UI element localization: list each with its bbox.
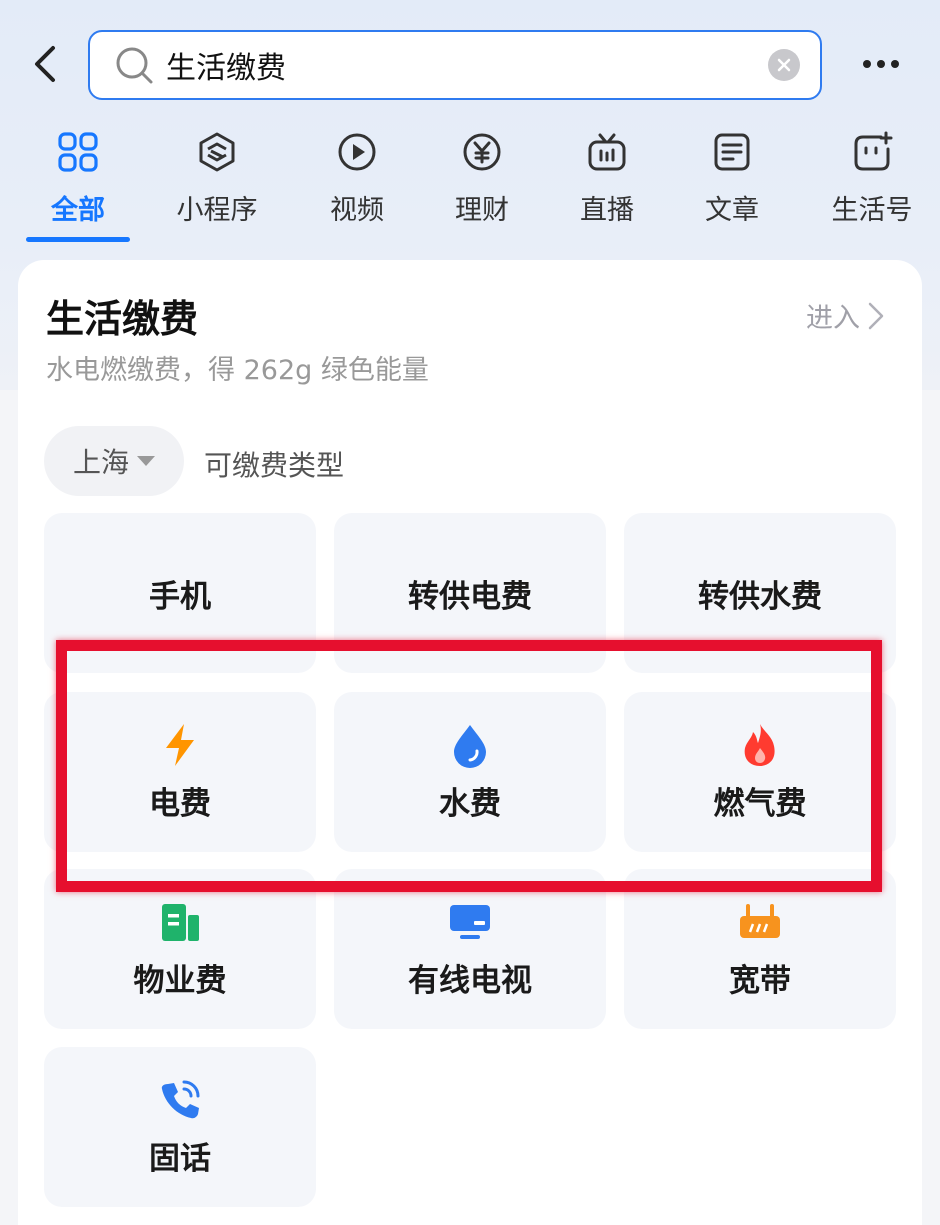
tab-label: 生活号 [831, 195, 913, 226]
tab-label: 视频 [330, 195, 384, 226]
building-icon [157, 899, 203, 945]
tile-landline[interactable]: 固话 [44, 1047, 316, 1207]
tab-live[interactable]: 直播 [542, 128, 672, 227]
enter-link[interactable]: 进入 [806, 296, 886, 335]
yen-icon [458, 128, 506, 176]
tile-label: 固话 [149, 1140, 211, 1177]
lightning-icon [157, 722, 203, 768]
active-tab-indicator [26, 237, 130, 242]
more-dots-icon [863, 60, 899, 68]
card-subtitle: 水电燃缴费，得 262g 绿色能量 [46, 355, 429, 386]
tab-life-account[interactable]: 生活号 [807, 128, 937, 227]
tile-label: 物业费 [133, 962, 227, 999]
search-icon [114, 45, 154, 85]
tab-finance[interactable]: 理财 [417, 128, 547, 227]
tile-broadband[interactable]: 宽带 [624, 869, 896, 1029]
tile-label: 燃气费 [713, 785, 807, 822]
tile-label: 手机 [149, 578, 211, 615]
tv-icon [447, 899, 493, 945]
tab-mini-program[interactable]: 小程序 [152, 128, 282, 227]
flame-icon [737, 722, 783, 768]
mini-program-icon [193, 128, 241, 176]
chevron-right-icon [868, 302, 884, 329]
water-drop-icon [447, 722, 493, 768]
tab-all[interactable]: 全部 [13, 128, 143, 227]
search-query-text: 生活缴费 [166, 51, 286, 86]
more-options-button[interactable] [856, 44, 906, 84]
tile-label: 宽带 [729, 962, 791, 999]
tile-label: 转供电费 [408, 578, 532, 615]
card-title: 生活缴费 [46, 297, 199, 341]
tile-label: 转供水费 [698, 578, 822, 615]
tile-label: 水费 [439, 785, 501, 822]
live-tv-icon [583, 128, 631, 176]
tile-label: 有线电视 [408, 962, 532, 999]
tile-property[interactable]: 物业费 [44, 869, 316, 1029]
tile-gas[interactable]: 燃气费 [624, 692, 896, 852]
back-button[interactable] [22, 40, 66, 88]
tile-sub-electricity[interactable]: 转供电费 [334, 513, 606, 673]
caret-down-icon [137, 456, 155, 466]
clear-search-button[interactable] [768, 49, 800, 81]
tile-sub-water[interactable]: 转供水费 [624, 513, 896, 673]
tile-cable-tv[interactable]: 有线电视 [334, 869, 606, 1029]
tab-label: 理财 [455, 195, 509, 226]
tab-label: 直播 [580, 195, 634, 226]
tab-label: 全部 [51, 195, 105, 226]
tile-label: 电费 [149, 785, 211, 822]
close-icon [777, 58, 791, 72]
city-selector[interactable]: 上海 [44, 426, 184, 496]
tab-video[interactable]: 视频 [292, 128, 422, 227]
phone-icon [157, 1077, 203, 1123]
tile-mobile[interactable]: 手机 [44, 513, 316, 673]
city-label: 上海 [72, 446, 129, 479]
tab-label: 小程序 [176, 195, 258, 226]
search-input[interactable]: 生活缴费 [88, 30, 822, 100]
life-account-icon [848, 128, 896, 176]
tile-water[interactable]: 水费 [334, 692, 606, 852]
article-icon [708, 128, 756, 176]
video-play-icon [333, 128, 381, 176]
grid-icon [54, 128, 102, 176]
router-icon [737, 899, 783, 945]
chevron-left-icon [35, 46, 55, 82]
tab-article[interactable]: 文章 [667, 128, 797, 227]
tab-label: 文章 [705, 195, 759, 226]
category-tabs: 全部 小程序 视频 理财 直播 文章 生活号 [0, 128, 940, 248]
tile-electricity[interactable]: 电费 [44, 692, 316, 852]
payment-types-label: 可缴费类型 [204, 449, 345, 482]
enter-label: 进入 [806, 303, 860, 334]
